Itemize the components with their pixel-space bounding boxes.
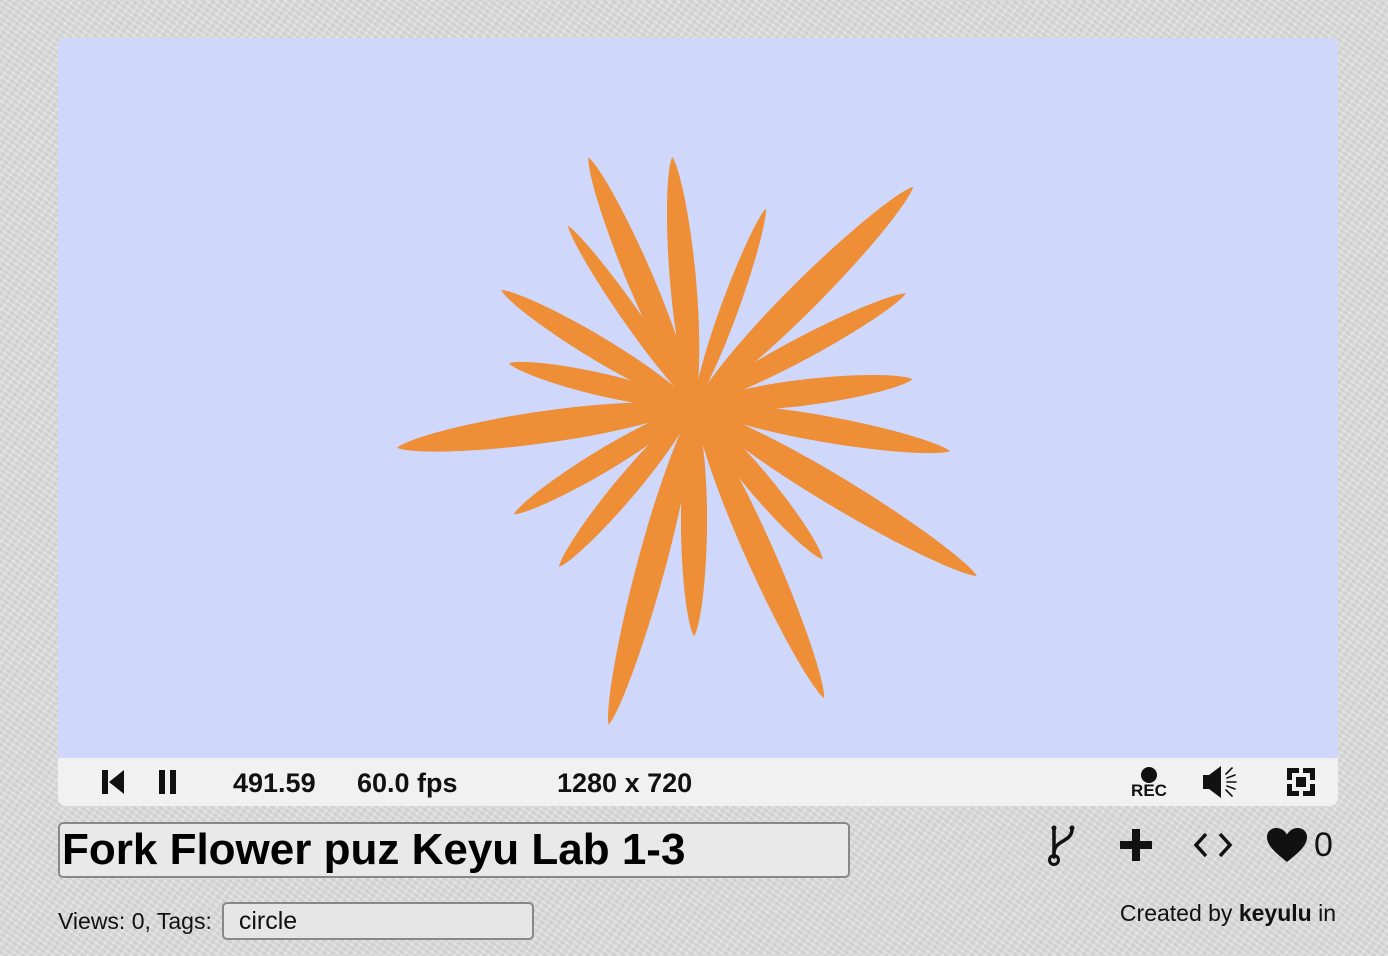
time-readout: 491.59: [233, 768, 316, 798]
tags-field[interactable]: circle: [221, 902, 534, 940]
like-button[interactable]: 0: [1266, 820, 1340, 870]
add-to-playlist-button[interactable]: [1116, 820, 1156, 870]
author-credit: Created by keyulu in: [1120, 900, 1336, 927]
author-link[interactable]: keyulu: [1239, 900, 1312, 926]
fork-button[interactable]: [1040, 820, 1084, 870]
record-label: REC: [1131, 781, 1167, 800]
shader-title-field[interactable]: Fork Flower puz Keyu Lab 1-3: [58, 822, 850, 878]
resolution-readout: 1280 x 720: [557, 768, 693, 798]
fullscreen-button[interactable]: [1284, 758, 1318, 806]
views-tags-label: Views: 0, Tags:: [58, 907, 212, 934]
player-controls: 491.59 60.0 fps 1280 x 720 REC: [58, 758, 1338, 806]
fps-readout: 60.0 fps: [357, 768, 458, 798]
fullscreen-icon: [1287, 768, 1315, 796]
pause-button[interactable]: [153, 758, 183, 806]
flower-center: [668, 380, 720, 432]
volume-button[interactable]: [1200, 758, 1240, 806]
embed-button[interactable]: [1190, 820, 1236, 870]
heart-icon: [1267, 828, 1307, 862]
flower-shape: [396, 156, 977, 725]
rewind-button[interactable]: [98, 758, 128, 806]
record-button[interactable]: REC: [1124, 758, 1174, 806]
shader-meta: Views: 0, Tags: circle: [58, 902, 534, 940]
pause-icon: [159, 770, 176, 794]
in-label: in: [1318, 900, 1336, 926]
fork-icon: [1048, 825, 1075, 866]
volume-icon: [1203, 766, 1237, 798]
shader-canvas[interactable]: [58, 38, 1338, 758]
like-count: 0: [1314, 825, 1333, 864]
code-icon: [1193, 832, 1233, 858]
plus-icon: [1120, 829, 1152, 861]
skip-back-icon: [102, 770, 124, 794]
created-by-label: Created by: [1119, 900, 1233, 926]
shader-player: 491.59 60.0 fps 1280 x 720 REC: [58, 38, 1338, 806]
